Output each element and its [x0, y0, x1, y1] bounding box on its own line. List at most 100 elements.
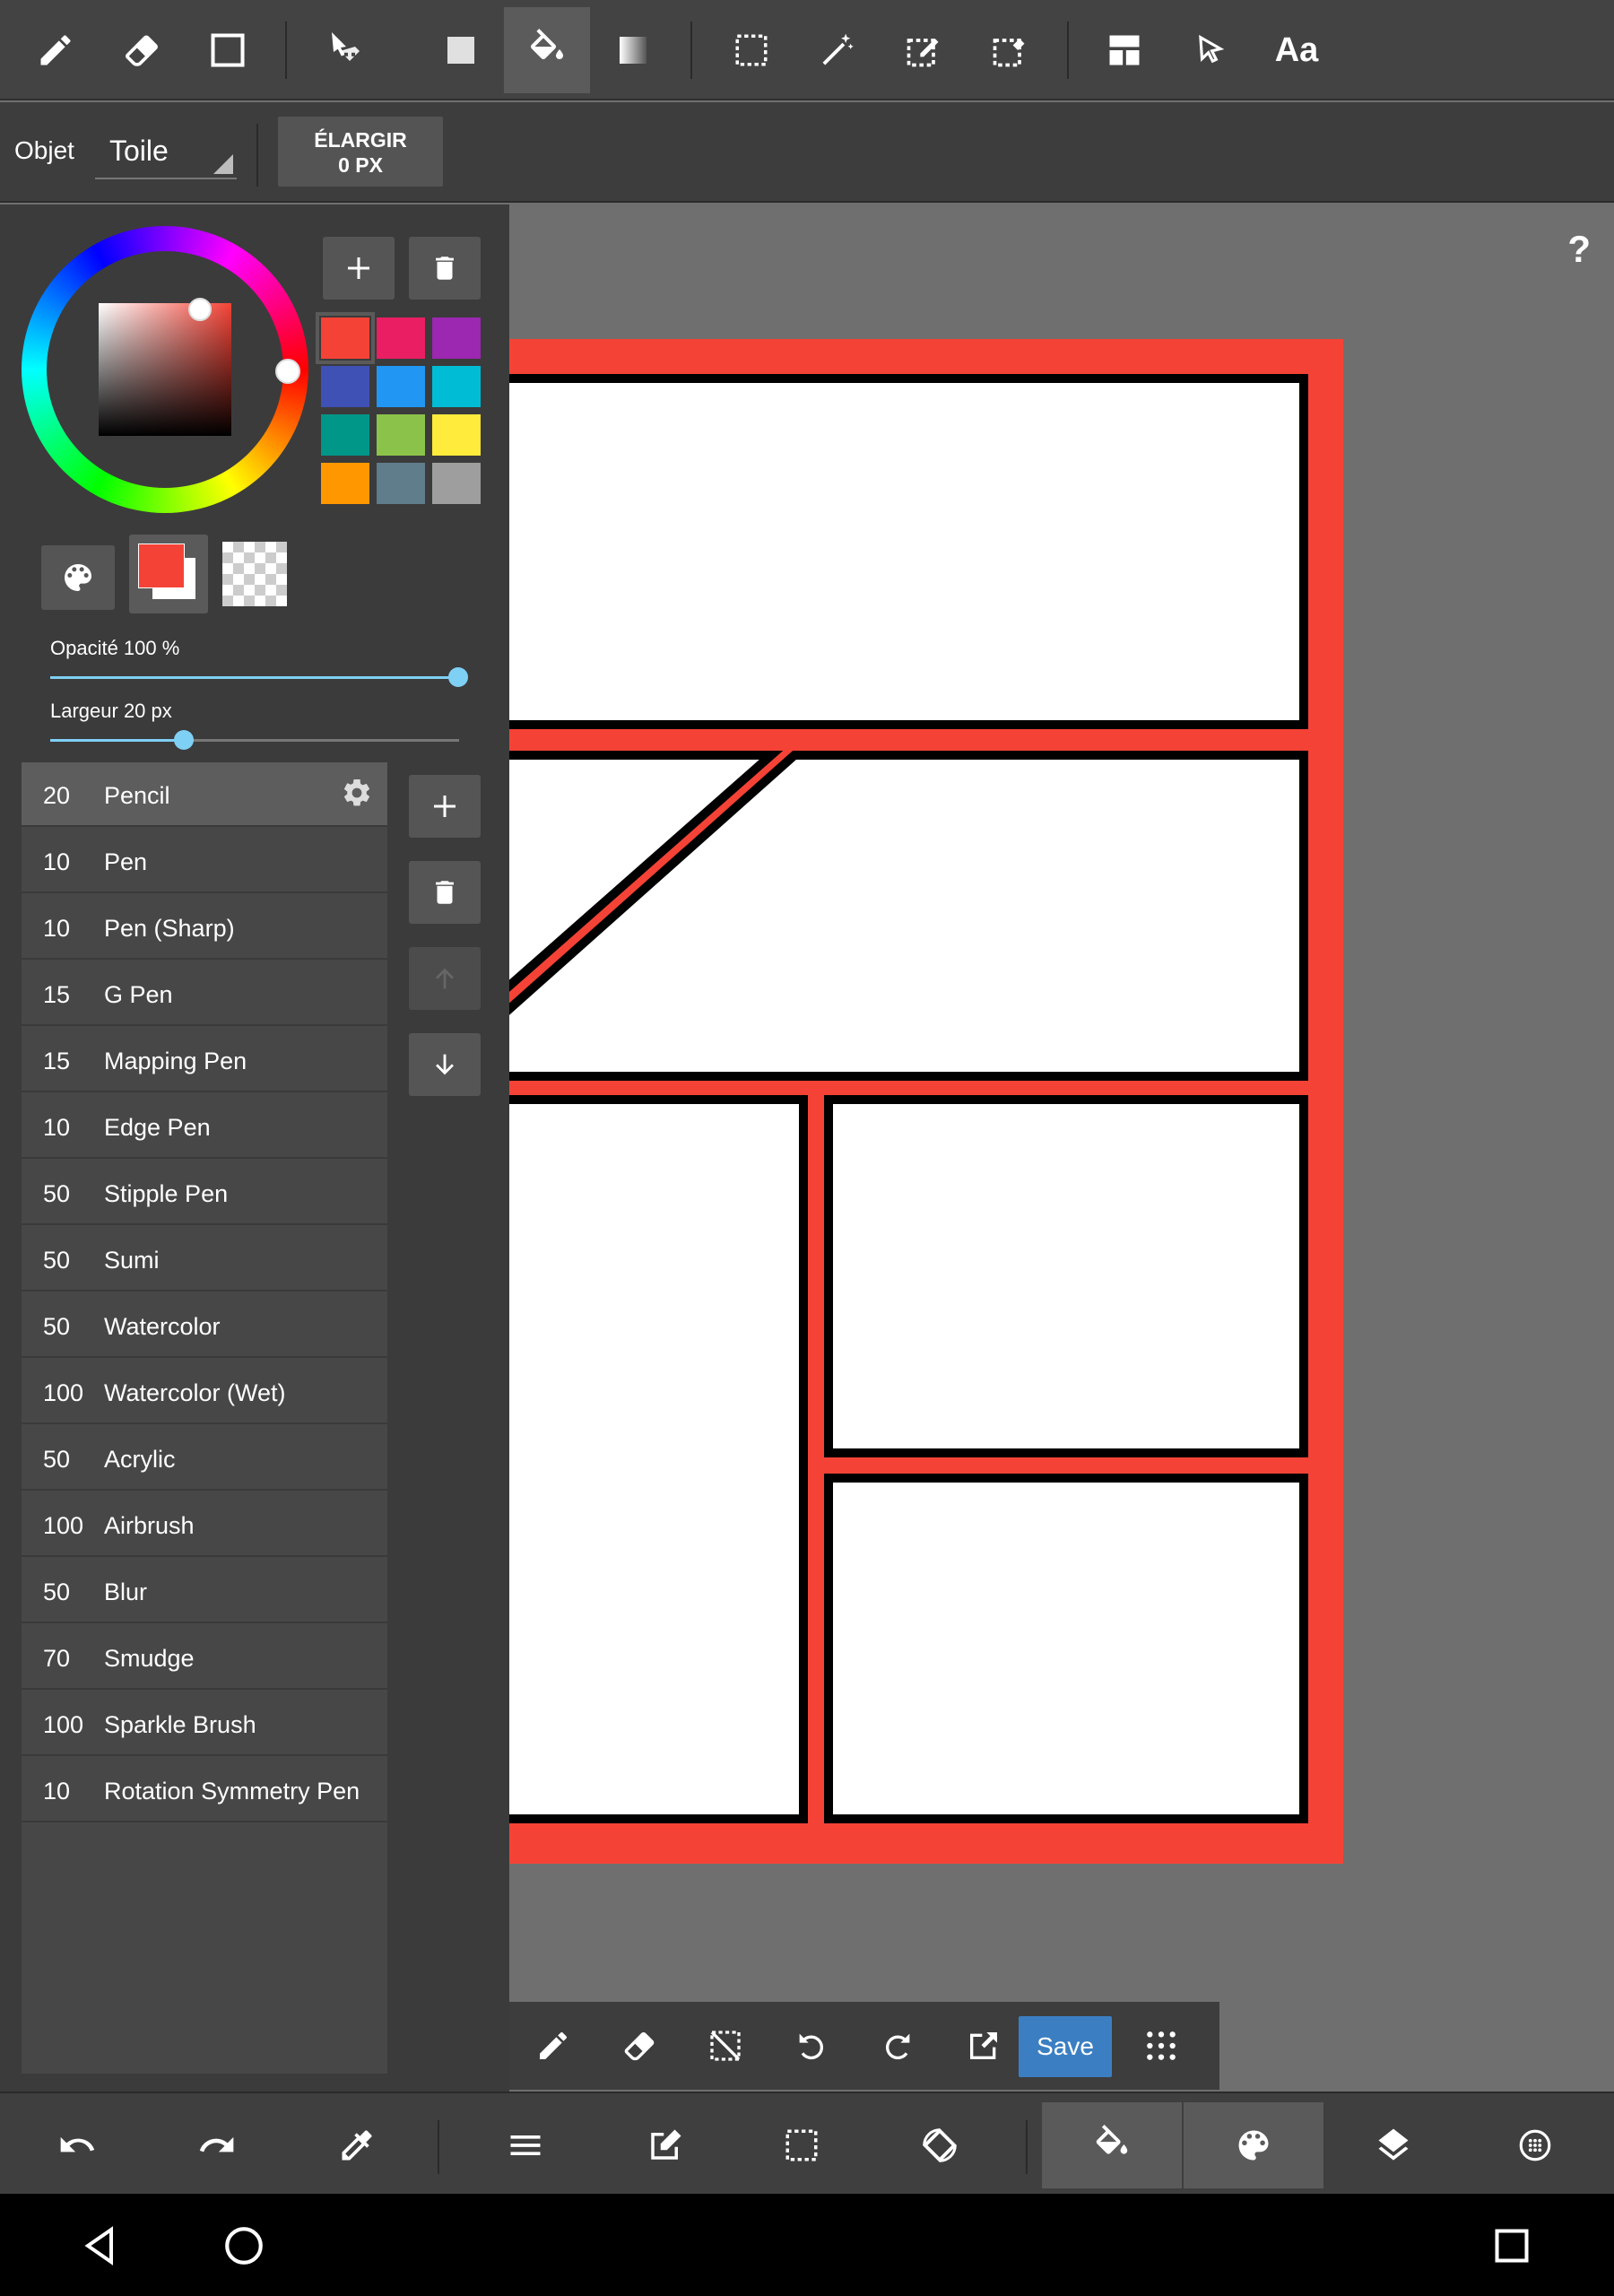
brush-size: 100 — [43, 1379, 84, 1406]
quick-deselect-icon[interactable] — [692, 2013, 759, 2079]
palette-swatch[interactable] — [321, 414, 369, 456]
text-tool-icon[interactable]: Aa — [1254, 7, 1340, 93]
opacity-slider-track[interactable] — [50, 676, 459, 679]
brush-size: 100 — [43, 1512, 84, 1539]
select-rect-tool-icon[interactable] — [708, 7, 794, 93]
gradient-tool-icon[interactable] — [590, 7, 676, 93]
brush-list: 20 Pencil 10 Pen 10 Pen (Sharp) 15 G Pen 15 Mappi… — [22, 762, 387, 2074]
brush-list-item[interactable]: 50 Sumi — [22, 1227, 387, 1292]
palette-swatch[interactable] — [377, 463, 425, 504]
quick-undo-icon[interactable] — [778, 2013, 845, 2079]
quick-share-icon[interactable] — [950, 2013, 1017, 2079]
palette-swatch[interactable] — [316, 312, 375, 364]
pointer-tool-icon[interactable] — [1167, 7, 1254, 93]
opacity-label: Opacité 100 % — [50, 637, 180, 659]
help-icon[interactable]: ? — [1567, 228, 1591, 271]
palette-panel-icon[interactable] — [1184, 2102, 1323, 2188]
add-brush-button[interactable] — [409, 775, 481, 838]
brush-name: Mapping Pen — [104, 1048, 247, 1074]
save-button[interactable]: Save — [1019, 2016, 1112, 2077]
palette-swatch[interactable] — [321, 366, 369, 407]
brush-list-item[interactable]: 10 Pen — [22, 829, 387, 893]
palette-button[interactable] — [41, 545, 115, 610]
home-icon[interactable] — [208, 2210, 280, 2282]
quick-eraser-icon[interactable] — [606, 2013, 672, 2079]
brush-size: 15 — [43, 981, 71, 1008]
opacity-slider-thumb[interactable] — [448, 667, 468, 687]
brush-list-item[interactable]: 100 Sparkle Brush — [22, 1692, 387, 1756]
bottom-toolbar — [0, 2092, 1614, 2194]
back-icon[interactable] — [65, 2210, 136, 2282]
plus-icon — [348, 257, 369, 279]
bucket-tool-icon[interactable] — [504, 7, 590, 93]
quick-redo-icon[interactable] — [864, 2013, 931, 2079]
palette-swatch[interactable] — [377, 317, 425, 359]
brush-list-item[interactable]: 50 Blur — [22, 1559, 387, 1623]
select-pen-tool-icon[interactable] — [881, 7, 967, 93]
eyedropper-icon[interactable] — [287, 2102, 427, 2188]
brush-list-item[interactable]: 50 Acrylic — [22, 1426, 387, 1491]
brush-list-item[interactable]: 15 G Pen — [22, 961, 387, 1026]
selection-icon[interactable] — [732, 2102, 872, 2188]
canvas-area[interactable]: ? — [509, 204, 1614, 2092]
saturation-value-square[interactable] — [99, 303, 231, 436]
color-wheel[interactable] — [22, 226, 308, 513]
width-slider-thumb[interactable] — [174, 730, 194, 750]
redo-icon[interactable] — [147, 2102, 287, 2188]
brush-list-item[interactable]: 10 Pen (Sharp) — [22, 895, 387, 960]
move-tool-icon[interactable] — [303, 7, 389, 93]
brush-list-item[interactable]: 70 Smudge — [22, 1625, 387, 1690]
rectangle-tool-icon[interactable] — [185, 7, 271, 93]
panel-divide-tool-icon[interactable] — [1081, 7, 1167, 93]
brush-list-item[interactable]: 10 Rotation Symmetry Pen — [22, 1758, 387, 1822]
brush-list-item[interactable]: 15 Mapping Pen — [22, 1028, 387, 1092]
gear-icon[interactable] — [341, 777, 373, 809]
select-eraser-tool-icon[interactable] — [967, 7, 1053, 93]
palette-swatch[interactable] — [432, 463, 481, 504]
move-brush-up-button[interactable] — [409, 947, 481, 1010]
brush-list-item[interactable]: 50 Watercolor — [22, 1293, 387, 1358]
hue-picker-handle[interactable] — [275, 359, 300, 384]
brush-list-item[interactable]: 100 Airbrush — [22, 1492, 387, 1557]
brush-list-item[interactable]: 50 Stipple Pen — [22, 1161, 387, 1225]
palette-swatch[interactable] — [432, 366, 481, 407]
eraser-tool-icon[interactable] — [99, 7, 185, 93]
quick-more-icon[interactable] — [1128, 2013, 1194, 2079]
palette-swatch[interactable] — [321, 463, 369, 504]
object-select[interactable]: Toile — [95, 129, 237, 179]
settings-icon[interactable] — [1465, 2102, 1605, 2188]
brush-list-item[interactable]: 10 Edge Pen — [22, 1094, 387, 1159]
brush-name: Rotation Symmetry Pen — [104, 1778, 360, 1805]
transparent-color-button[interactable] — [222, 542, 287, 606]
brush-size: 50 — [43, 1247, 71, 1274]
rotate-canvas-icon[interactable] — [870, 2102, 1010, 2188]
palette-swatch[interactable] — [377, 414, 425, 456]
move-brush-down-button[interactable] — [409, 1033, 481, 1096]
edit-icon[interactable] — [595, 2102, 735, 2188]
palette-swatch[interactable] — [432, 414, 481, 456]
expand-button[interactable]: ÉLARGIR 0 PX — [278, 117, 443, 187]
brush-size: 50 — [43, 1446, 71, 1473]
brush-list-item[interactable]: 100 Watercolor (Wet) — [22, 1360, 387, 1424]
delete-brush-button[interactable] — [409, 861, 481, 924]
comic-panel-canvas[interactable] — [509, 204, 1614, 1864]
brush-list-item[interactable]: 20 Pencil — [22, 762, 387, 827]
pencil-tool-icon[interactable] — [13, 7, 99, 93]
width-slider-track[interactable] — [50, 739, 185, 742]
fill-rect-tool-icon[interactable] — [418, 7, 504, 93]
sv-picker-handle[interactable] — [188, 298, 212, 321]
menu-icon[interactable] — [456, 2102, 595, 2188]
trash-icon — [436, 881, 454, 904]
recents-icon[interactable] — [1476, 2210, 1548, 2282]
brush-size: 20 — [43, 782, 71, 809]
undo-icon[interactable] — [7, 2102, 147, 2188]
palette-swatch[interactable] — [377, 366, 425, 407]
add-color-button[interactable] — [323, 237, 395, 300]
magic-wand-tool-icon[interactable] — [794, 7, 881, 93]
current-color-button[interactable] — [129, 535, 208, 613]
delete-color-button[interactable] — [409, 237, 481, 300]
quick-pencil-icon[interactable] — [520, 2013, 586, 2079]
bucket-panel-icon[interactable] — [1042, 2102, 1182, 2188]
layers-icon[interactable] — [1323, 2102, 1463, 2188]
palette-swatch[interactable] — [432, 317, 481, 359]
